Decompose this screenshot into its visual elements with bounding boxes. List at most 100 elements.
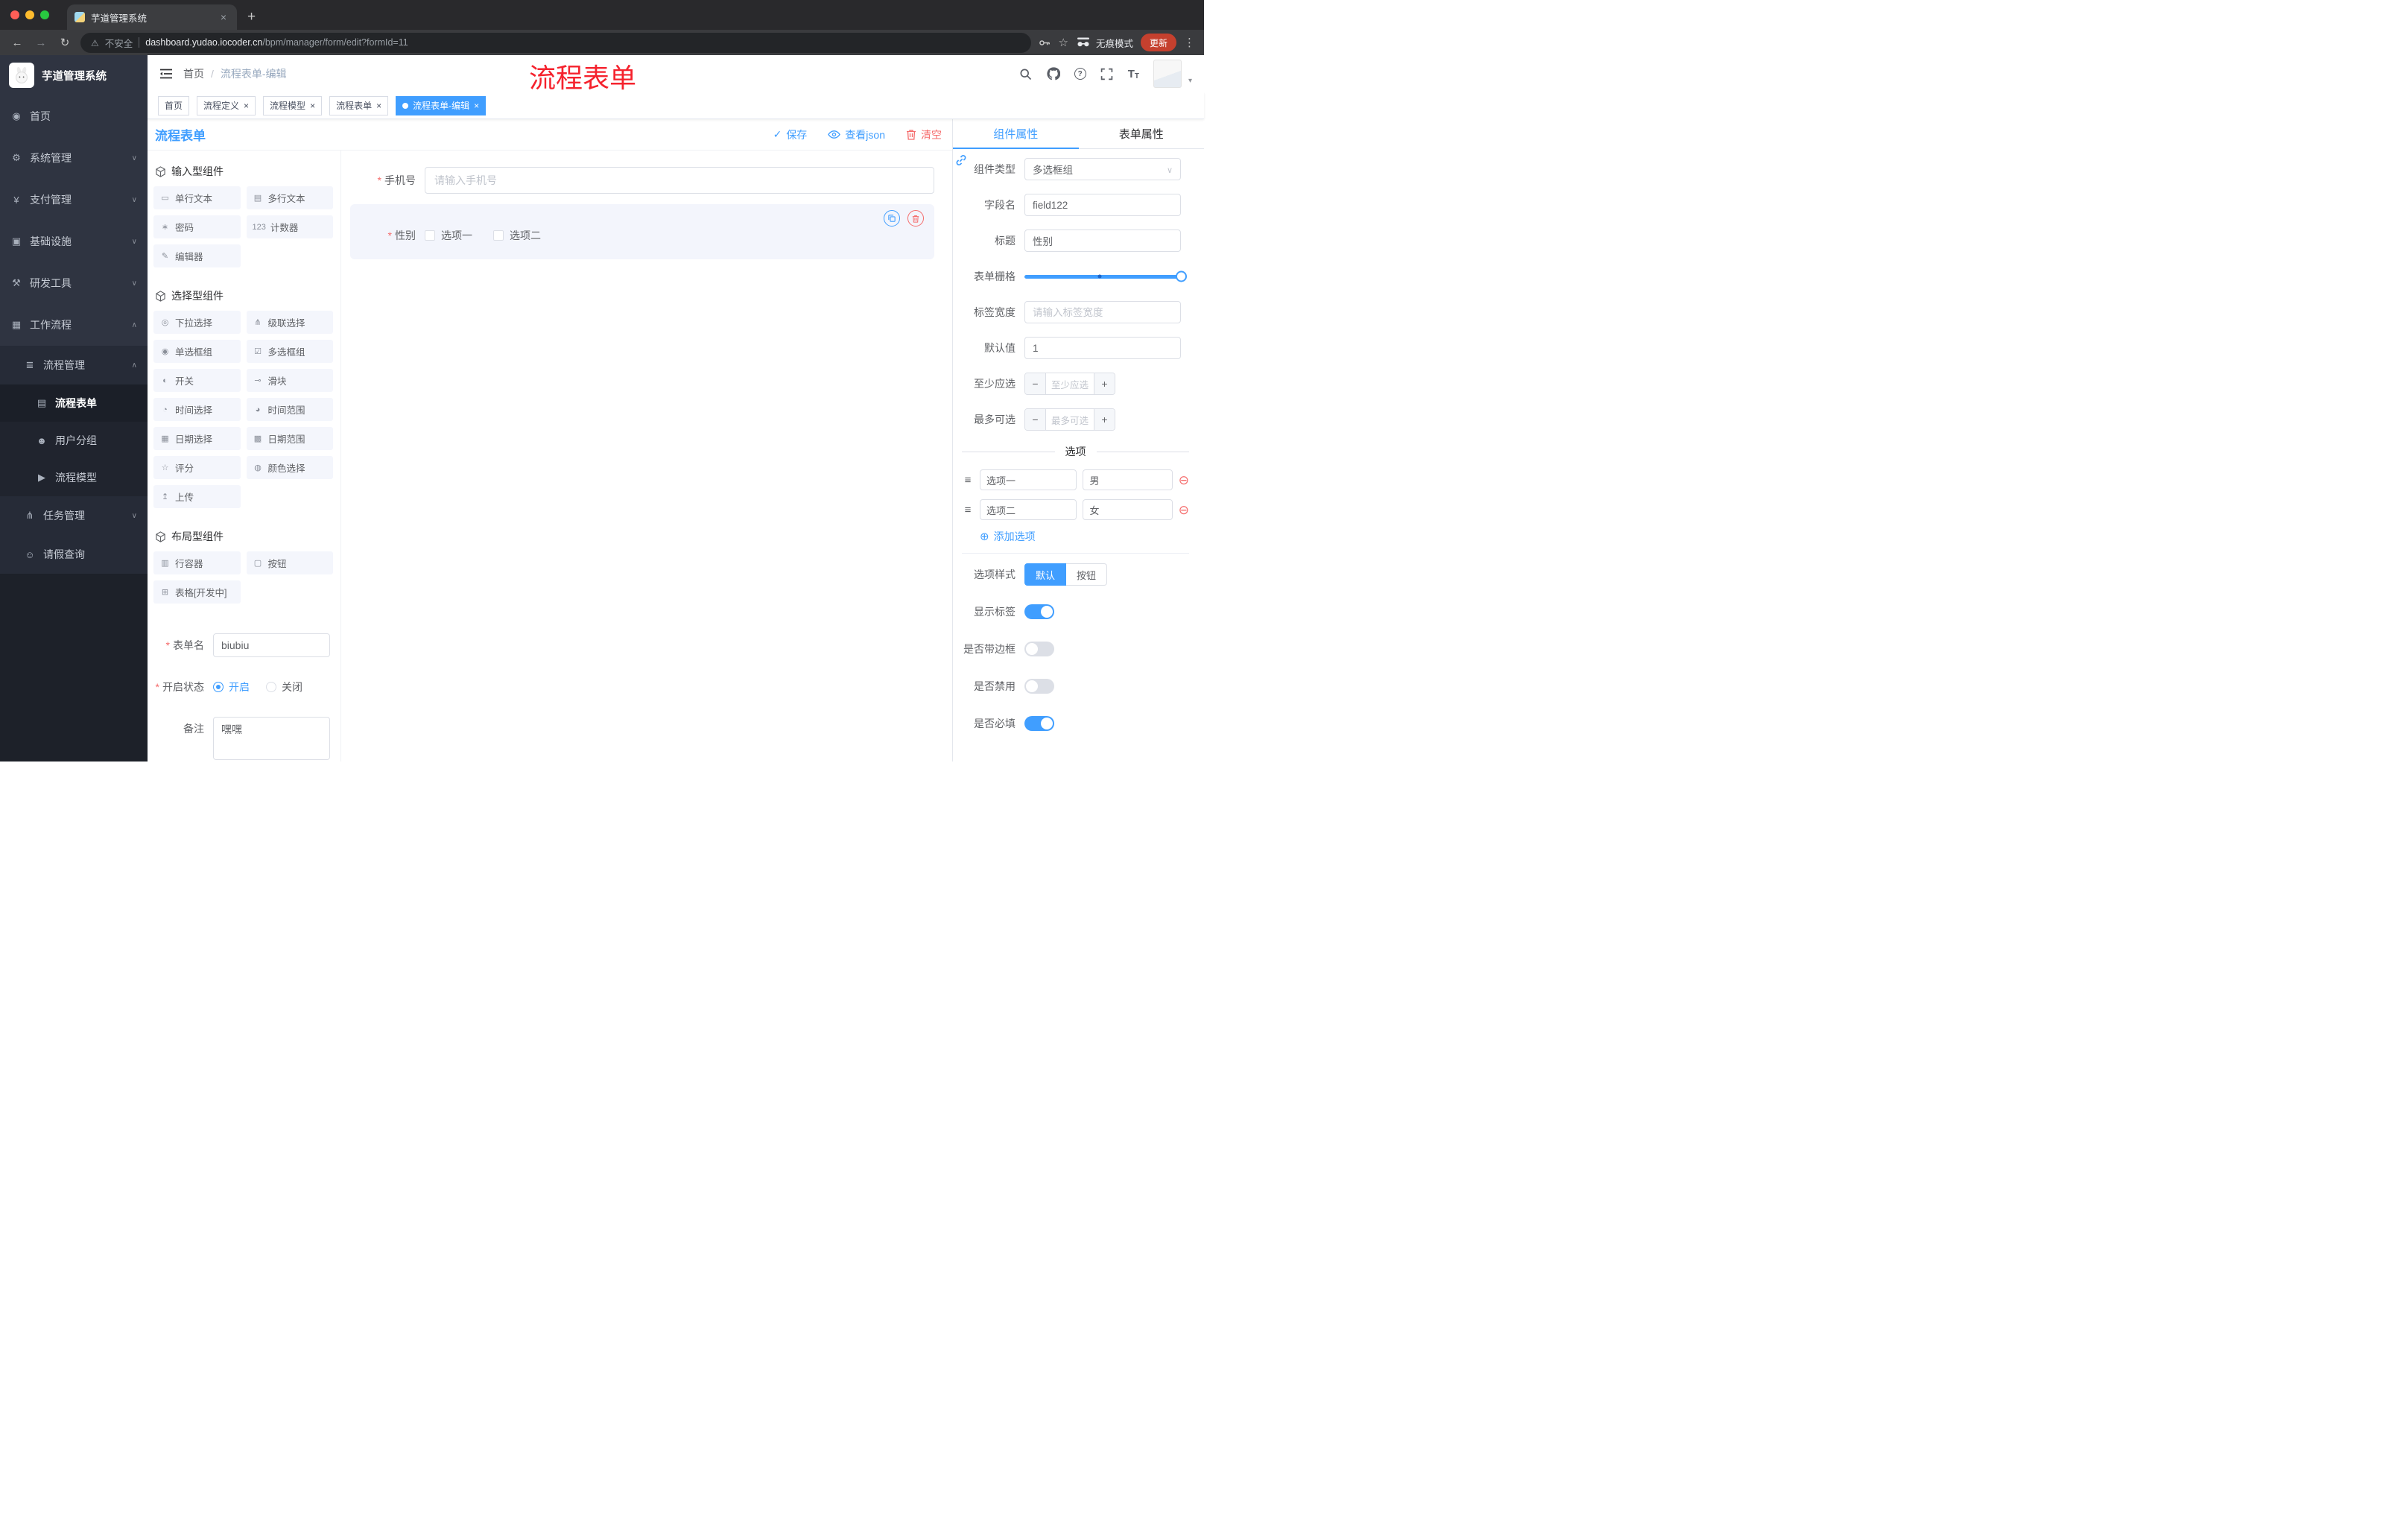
palette-component-item[interactable]: ⊸ 滑块 — [246, 369, 333, 392]
component-type-select[interactable]: 多选框组 — [1024, 158, 1181, 180]
palette-component-item[interactable]: ⋔ 级联选择 — [246, 311, 333, 334]
tag-process-form[interactable]: 流程表单 — [329, 95, 389, 115]
required-toggle[interactable] — [1024, 716, 1054, 731]
radio-off[interactable]: 关闭 — [266, 680, 302, 694]
copy-component-button[interactable] — [884, 210, 900, 227]
tag-home[interactable]: 首页 — [158, 95, 190, 115]
search-icon[interactable] — [1019, 67, 1033, 80]
sidebar-item-process-management[interactable]: ≣ 流程管理 — [0, 346, 148, 384]
tag-process-definition[interactable]: 流程定义 — [197, 95, 256, 115]
remove-option-icon[interactable] — [1179, 504, 1189, 516]
sidebar-item-process-model[interactable]: ▶ 流程模型 — [0, 459, 148, 496]
minus-icon[interactable] — [1025, 373, 1046, 394]
checkbox-option-1[interactable]: 选项一 — [425, 228, 472, 243]
app-logo[interactable]: 芋道管理系统 — [0, 55, 148, 95]
palette-component-item[interactable]: ◍ 颜色选择 — [246, 456, 333, 479]
reload-button[interactable] — [57, 36, 73, 49]
sidebar-item-leave-query[interactable]: ☺ 请假查询 — [0, 535, 148, 574]
breadcrumb-home[interactable]: 首页 — [183, 66, 204, 81]
sidebar-item-user-group[interactable]: ☻ 用户分组 — [0, 422, 148, 459]
label-width-input[interactable] — [1024, 301, 1181, 323]
forward-button[interactable] — [33, 37, 49, 49]
option-value-input[interactable] — [1083, 469, 1173, 490]
add-option-button[interactable]: 添加选项 — [980, 529, 1189, 544]
phone-input[interactable] — [425, 167, 934, 194]
tag-close-icon[interactable] — [244, 101, 249, 111]
browser-tab[interactable]: 芋道管理系统 — [67, 4, 237, 30]
palette-component-item[interactable]: ▥ 行容器 — [153, 551, 241, 574]
close-window-button[interactable] — [10, 10, 19, 19]
link-icon[interactable] — [954, 153, 971, 170]
option-name-input[interactable] — [980, 499, 1077, 520]
hamburger-icon[interactable] — [159, 68, 173, 80]
style-button-button[interactable]: 按钮 — [1066, 563, 1108, 586]
palette-component-item[interactable]: ▩ 日期范围 — [246, 427, 333, 450]
clear-button[interactable]: 清空 — [906, 127, 942, 142]
view-json-button[interactable]: 查看json — [828, 127, 885, 142]
plus-icon[interactable] — [1094, 373, 1115, 394]
sidebar-item-process-form[interactable]: ▤ 流程表单 — [0, 384, 148, 422]
drag-handle-icon[interactable] — [962, 474, 974, 487]
title-input[interactable] — [1024, 229, 1181, 252]
style-default-button[interactable]: 默认 — [1024, 563, 1067, 586]
drag-handle-icon[interactable] — [962, 504, 974, 516]
help-icon[interactable] — [1074, 68, 1086, 80]
tag-close-icon[interactable] — [376, 101, 381, 111]
default-value-input[interactable] — [1024, 337, 1181, 359]
disabled-toggle[interactable] — [1024, 679, 1054, 694]
address-bar[interactable]: 不安全 dashboard.yudao.iocoder.cn/bpm/manag… — [80, 32, 1031, 53]
option-name-input[interactable] — [980, 469, 1077, 490]
sidebar-item-task-management[interactable]: ⋔ 任务管理 — [0, 496, 148, 535]
tag-process-model[interactable]: 流程模型 — [263, 95, 323, 115]
browser-menu-icon[interactable] — [1184, 36, 1195, 49]
palette-component-item[interactable]: ✎ 编辑器 — [153, 244, 241, 267]
field-name-input[interactable] — [1024, 194, 1181, 216]
form-remark-textarea[interactable]: 嘿嘿 — [213, 717, 330, 760]
slider-handle[interactable] — [1176, 270, 1187, 282]
form-grid-slider[interactable] — [1024, 265, 1187, 288]
tab-form-properties[interactable]: 表单属性 — [1079, 119, 1205, 148]
security-label[interactable]: 不安全 — [105, 36, 133, 50]
save-button[interactable]: 保存 — [773, 127, 807, 142]
radio-on[interactable]: 开启 — [213, 680, 250, 694]
font-size-icon[interactable]: TT — [1128, 68, 1139, 80]
canvas-field-gender-selected[interactable]: 性别 选项一 选项二 — [350, 204, 934, 259]
palette-component-item[interactable]: ▤ 多行文本 — [246, 186, 333, 209]
sidebar-item-workflow[interactable]: ▦ 工作流程 — [0, 304, 148, 346]
palette-component-item[interactable]: ▭ 单行文本 — [153, 186, 241, 209]
minimize-window-button[interactable] — [25, 10, 34, 19]
plus-icon[interactable] — [1094, 409, 1115, 430]
sidebar-item-infrastructure[interactable]: ▣ 基础设施 — [0, 221, 148, 262]
palette-component-item[interactable]: 123 计数器 — [246, 215, 333, 238]
tag-close-icon[interactable] — [474, 101, 479, 111]
sidebar-item-system-management[interactable]: ⚙ 系统管理 — [0, 137, 148, 179]
form-name-input[interactable] — [213, 633, 330, 657]
stepper-placeholder[interactable]: 最多可选 — [1046, 409, 1094, 430]
palette-component-item[interactable]: ▦ 日期选择 — [153, 427, 241, 450]
chevron-down-icon[interactable] — [1188, 77, 1192, 88]
palette-component-item[interactable]: ▢ 按钮 — [246, 551, 333, 574]
palette-component-item[interactable]: ◐ 开关 — [153, 369, 241, 392]
with-border-toggle[interactable] — [1024, 642, 1054, 656]
tag-process-form-edit[interactable]: 流程表单-编辑 — [396, 95, 487, 115]
sidebar-item-payment-management[interactable]: ¥ 支付管理 — [0, 179, 148, 221]
tab-close-icon[interactable] — [218, 11, 229, 23]
maximize-window-button[interactable] — [40, 10, 49, 19]
canvas-field-phone[interactable]: 手机号 — [350, 167, 934, 194]
palette-component-item[interactable]: ☑ 多选框组 — [246, 340, 333, 363]
new-tab-button[interactable] — [247, 9, 256, 25]
palette-component-item[interactable]: ☆ 评分 — [153, 456, 241, 479]
sidebar-item-dev-tools[interactable]: ⚒ 研发工具 — [0, 262, 148, 304]
tag-close-icon[interactable] — [310, 101, 315, 111]
update-button[interactable]: 更新 — [1140, 34, 1176, 51]
tab-component-properties[interactable]: 组件属性 — [953, 119, 1079, 149]
slider-track[interactable] — [1024, 270, 1187, 282]
checkbox-option-2[interactable]: 选项二 — [493, 228, 541, 243]
remove-option-icon[interactable] — [1179, 474, 1189, 487]
minus-icon[interactable] — [1025, 409, 1046, 430]
palette-component-item[interactable]: ◉ 单选框组 — [153, 340, 241, 363]
delete-component-button[interactable] — [907, 210, 924, 227]
fullscreen-icon[interactable] — [1100, 67, 1114, 80]
github-icon[interactable] — [1047, 67, 1060, 80]
avatar[interactable] — [1153, 60, 1182, 88]
